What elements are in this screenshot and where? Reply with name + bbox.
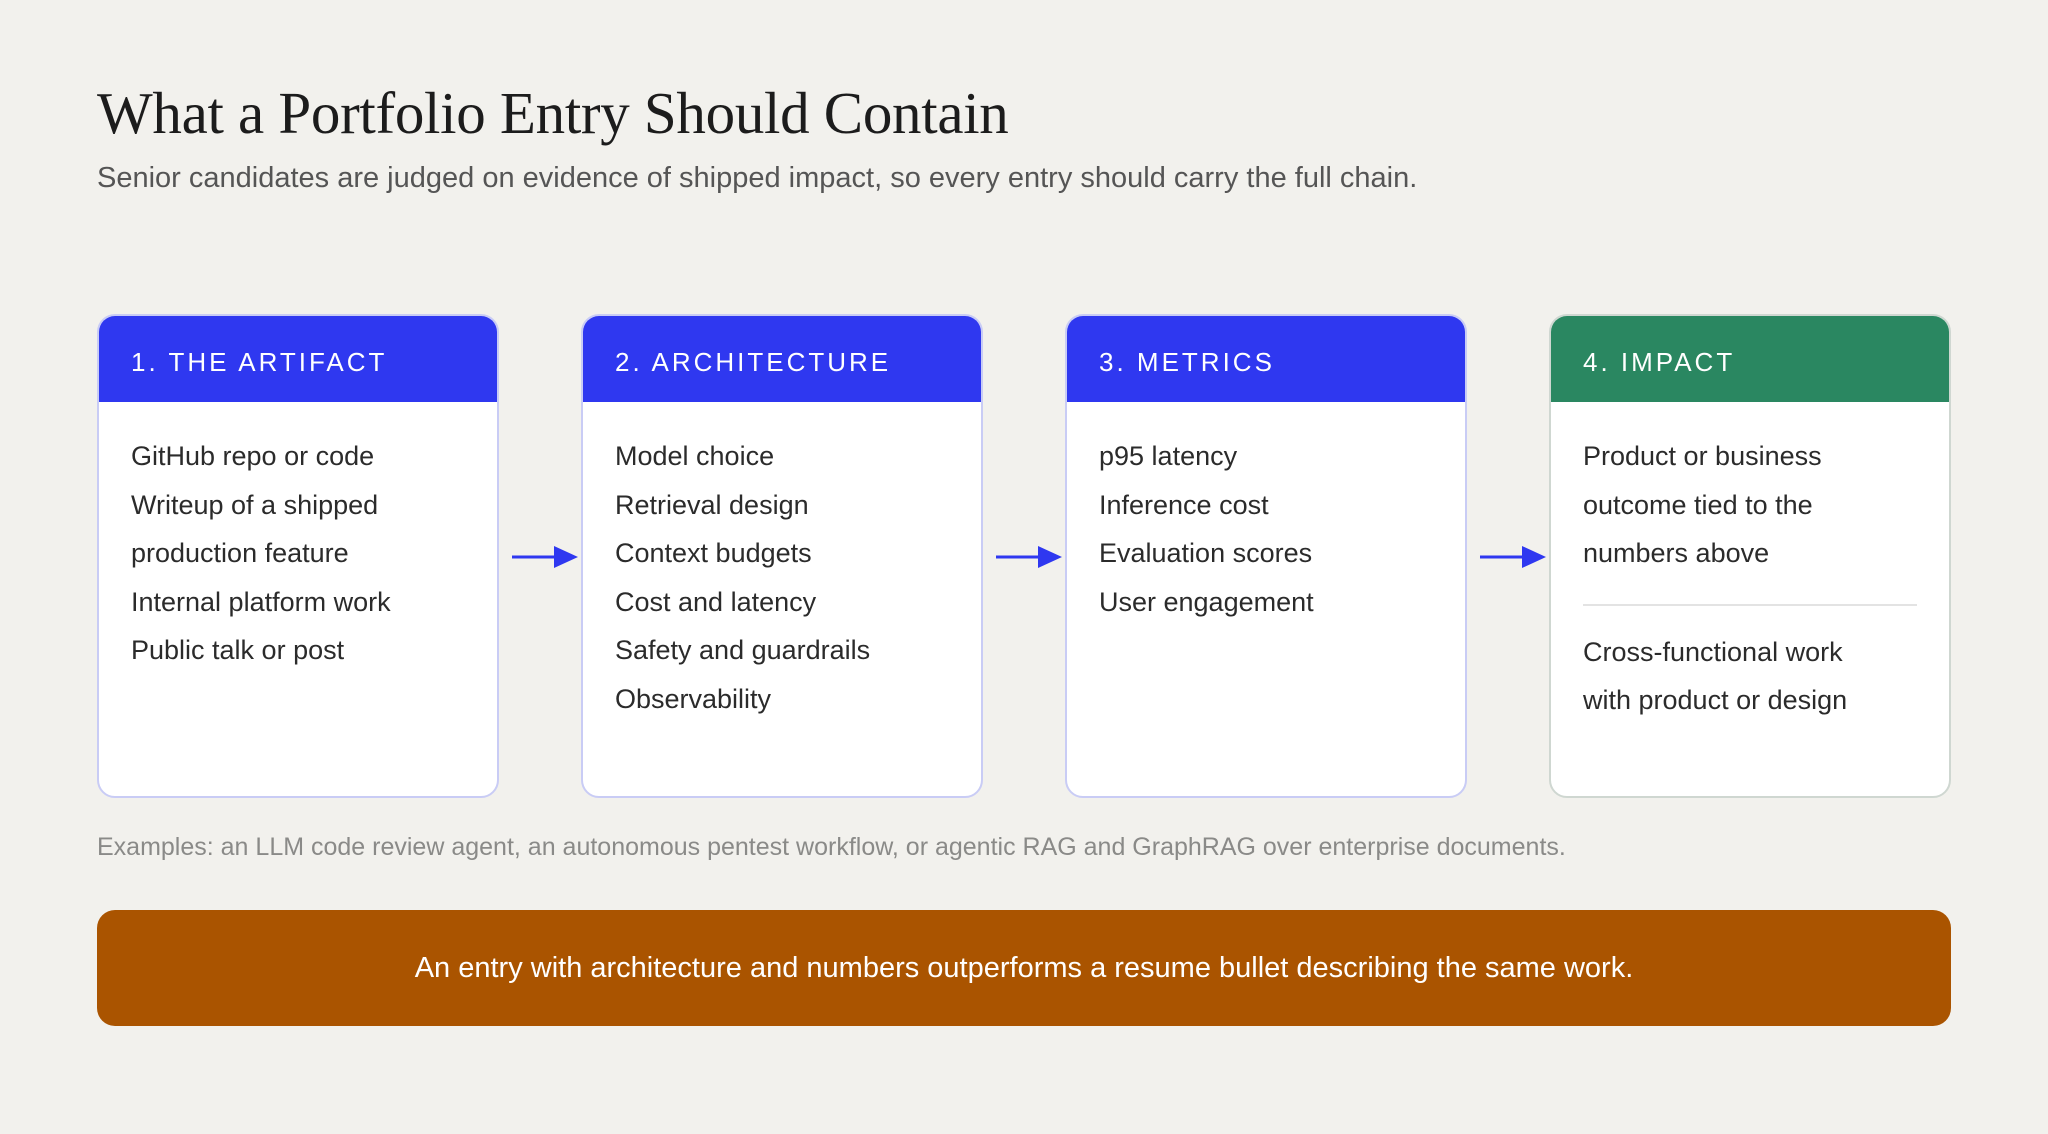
list-item: Cross-functional work (1583, 636, 1843, 667)
list-item: Evaluation scores (1099, 538, 1313, 568)
list-item: p95 latency (1099, 441, 1238, 471)
list-item: outcome tied to the (1583, 489, 1813, 520)
card-list: Model choice Retrieval design Context bu… (615, 432, 949, 723)
card-list: Product or business outcome tied to the … (1583, 432, 1917, 578)
list-item: production feature (131, 538, 349, 568)
list-item: Internal platform work (131, 586, 391, 617)
callout-banner: An entry with architecture and numbers o… (97, 910, 1951, 1026)
list-item: Inference cost (1099, 489, 1269, 520)
card-header-metrics: 3. METRICS (1067, 316, 1465, 402)
examples-note: Examples: an LLM code review agent, an a… (97, 833, 1566, 861)
card-list: GitHub repo or code Writeup of a shipped… (131, 432, 465, 675)
list-item: with product or design (1583, 685, 1848, 715)
arrow-right-icon (1480, 546, 1546, 568)
card-list: p95 latency Inference cost Evaluation sc… (1099, 432, 1433, 626)
arrow-right-icon (512, 546, 578, 568)
card-header-impact: 4. IMPACT (1551, 316, 1949, 402)
list-item: Public talk or post (131, 635, 345, 665)
list-item: Product or business (1583, 441, 1822, 471)
list-item: Context budgets (615, 538, 812, 568)
card-divider (1583, 603, 1917, 606)
card-body-artifact: GitHub repo or code Writeup of a shipped… (99, 402, 497, 675)
card-impact: 4. IMPACT Product or business outcome ti… (1549, 314, 1951, 798)
card-body-metrics: p95 latency Inference cost Evaluation sc… (1067, 402, 1465, 626)
list-item: GitHub repo or code (131, 441, 375, 471)
arrow-right-icon (996, 546, 1062, 568)
card-list-secondary: Cross-functional work with product or de… (1583, 628, 1917, 725)
page-subtitle: Senior candidates are judged on evidence… (97, 162, 1418, 194)
list-item: Writeup of a shipped (131, 489, 379, 520)
card-header-architecture: 2. ARCHITECTURE (583, 316, 981, 402)
card-artifact: 1. THE ARTIFACT GitHub repo or code Writ… (97, 314, 499, 798)
list-item: User engagement (1099, 586, 1314, 617)
page-title: What a Portfolio Entry Should Contain (97, 80, 1009, 146)
list-item: Safety and guardrails (615, 635, 871, 665)
list-item: Retrieval design (615, 489, 809, 520)
card-architecture: 2. ARCHITECTURE Model choice Retrieval d… (581, 314, 983, 798)
card-body-architecture: Model choice Retrieval design Context bu… (583, 402, 981, 723)
card-body-impact: Product or business outcome tied to the … (1551, 402, 1949, 725)
card-header-artifact: 1. THE ARTIFACT (99, 316, 497, 402)
list-item: Observability (615, 683, 772, 714)
list-item: Model choice (615, 441, 775, 471)
card-metrics: 3. METRICS p95 latency Inference cost Ev… (1065, 314, 1467, 798)
list-item: Cost and latency (615, 586, 817, 617)
list-item: numbers above (1583, 538, 1770, 568)
